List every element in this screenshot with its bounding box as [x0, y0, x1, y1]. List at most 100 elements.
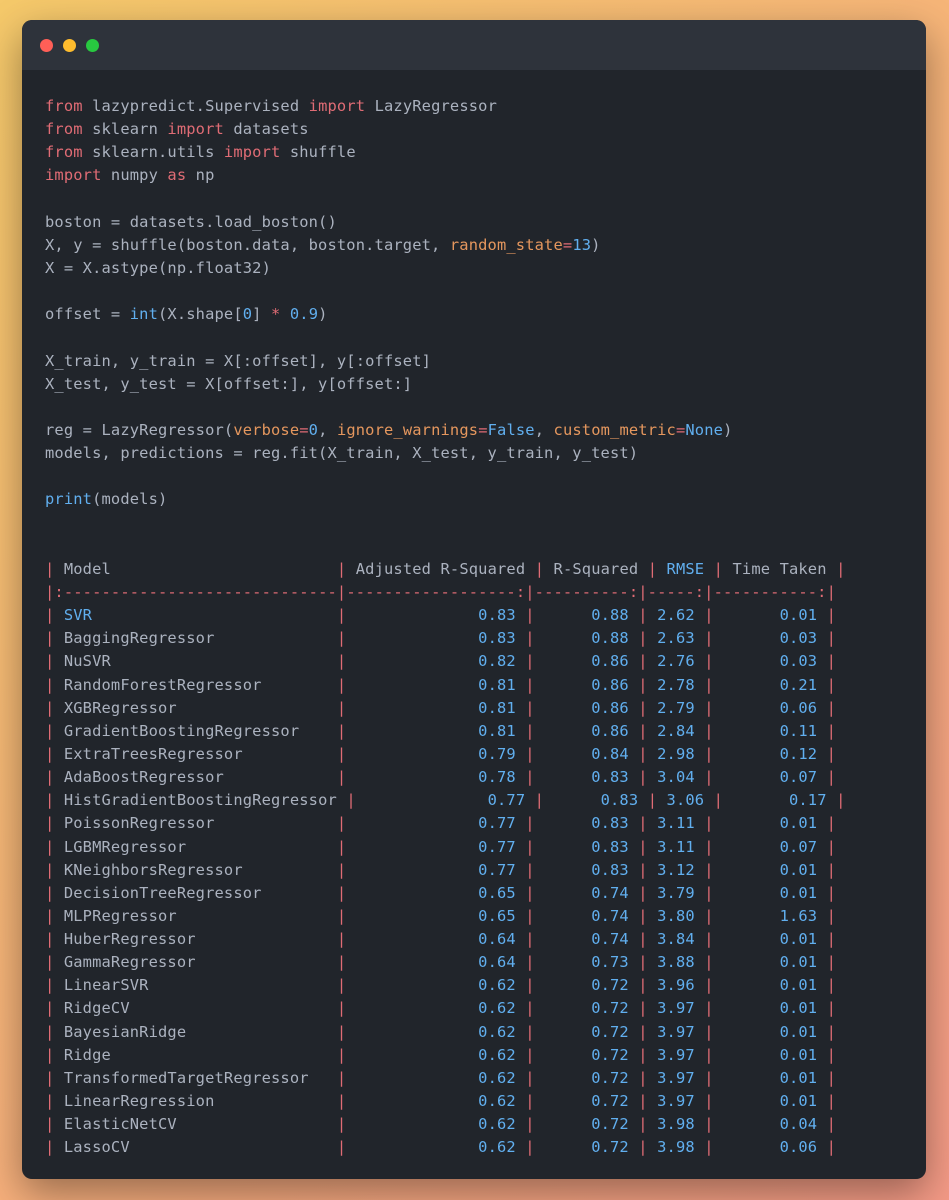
code-token: ) — [318, 305, 328, 324]
table-row: | LGBMRegressor | 0.77 | 0.83 | 3.11 | 0… — [45, 836, 916, 859]
table-pipe: | — [45, 1022, 55, 1041]
code-token: lazypredict.Supervised — [82, 97, 309, 115]
table-pipe: | — [525, 629, 535, 648]
table-row: | HuberRegressor | 0.64 | 0.74 | 3.84 | … — [45, 928, 916, 951]
metric-cell: 0.21 — [779, 675, 818, 694]
metric-cell: 0.86 — [591, 698, 629, 717]
metric-cell: 3.12 — [657, 860, 695, 879]
model-name-cell: ElasticNetCV — [63, 1115, 177, 1134]
code-token: 0 — [308, 420, 319, 439]
metric-cell: 0.01 — [779, 883, 818, 902]
table-row: | NuSVR | 0.82 | 0.86 | 2.76 | 0.03 | — [45, 650, 916, 673]
table-pipe: | — [704, 652, 714, 671]
table-row: | LinearRegression | 0.62 | 0.72 | 3.97 … — [45, 1090, 916, 1113]
table-pipe: | — [704, 629, 714, 648]
table-pipe: | — [836, 791, 846, 810]
table-pipe: | — [336, 930, 347, 949]
code-token: X, y = shuffle(boston.data, boston.targe… — [45, 235, 450, 254]
table-pipe: | — [45, 860, 55, 879]
table-pipe: | — [336, 629, 347, 648]
code-line: X_test, y_test = X[offset:], y[offset:] — [45, 373, 916, 396]
code-token: 0 — [242, 305, 253, 324]
table-pipe: | — [45, 999, 55, 1018]
table-separator: :----------------------------- — [54, 582, 337, 601]
metric-cell: 0.73 — [591, 953, 629, 972]
metric-cell: 0.78 — [478, 768, 516, 787]
table-pipe: | — [336, 1115, 347, 1134]
table-pipe: | — [336, 976, 347, 995]
table-pipe: | — [826, 906, 837, 925]
table-pipe: | — [45, 559, 55, 578]
table-pipe: | — [525, 606, 535, 625]
metric-cell: 2.62 — [657, 606, 695, 625]
table-pipe: | — [638, 606, 648, 625]
metric-cell: 2.63 — [657, 629, 695, 648]
metric-cell: 3.96 — [657, 976, 695, 995]
table-pipe: | — [704, 606, 714, 625]
table-pipe: | — [826, 629, 837, 648]
code-token: np — [186, 166, 215, 185]
table-pipe: | — [336, 999, 347, 1018]
table-pipe: | — [336, 860, 347, 879]
table-pipe: | — [45, 629, 55, 648]
table-pipe: | — [336, 1138, 347, 1157]
code-token: random_state — [449, 235, 563, 254]
table-pipe: | — [826, 698, 837, 717]
table-pipe: | — [336, 652, 347, 671]
metric-cell: 0.88 — [591, 606, 629, 625]
table-row: | AdaBoostRegressor | 0.78 | 0.83 | 3.04… — [45, 766, 916, 789]
close-window-button[interactable] — [40, 39, 53, 52]
metric-cell: 0.72 — [591, 1045, 629, 1064]
code-token: ignore_warnings — [336, 420, 479, 439]
code-line: X_train, y_train = X[:offset], y[:offset… — [45, 350, 916, 373]
table-pipe: | — [534, 559, 545, 578]
code-token: boston = datasets.load_boston() — [45, 212, 337, 231]
metric-cell: 0.86 — [591, 652, 629, 671]
metric-cell: 0.72 — [591, 1138, 629, 1157]
metric-cell: 0.06 — [779, 1138, 818, 1157]
code-token: X_test, y_test = X[offset:], y[offset:] — [45, 374, 413, 393]
table-pipe: | — [836, 559, 846, 578]
metric-cell: 0.03 — [779, 629, 818, 648]
maximize-window-button[interactable] — [86, 39, 99, 52]
minimize-window-button[interactable] — [63, 39, 76, 52]
table-pipe: | — [45, 814, 55, 833]
table-pipe: | — [826, 721, 837, 740]
metric-cell: 0.06 — [779, 698, 818, 717]
metric-cell: 0.07 — [779, 768, 818, 787]
model-name-cell: BayesianRidge — [63, 1022, 187, 1041]
metric-cell: 0.81 — [478, 721, 516, 740]
table-row: | LinearSVR | 0.62 | 0.72 | 3.96 | 0.01 … — [45, 974, 916, 997]
table-pipe: | — [45, 883, 55, 902]
code-token: numpy — [101, 166, 168, 185]
model-name-cell: KNeighborsRegressor — [63, 860, 243, 879]
table-pipe: | — [826, 999, 837, 1018]
metric-cell: 0.01 — [779, 999, 818, 1018]
model-name-cell: ExtraTreesRegressor — [63, 744, 243, 763]
metric-cell: 0.83 — [591, 768, 629, 787]
metric-cell: 1.63 — [779, 906, 818, 925]
code-token: (X.shape[ — [158, 305, 243, 324]
table-pipe: | — [45, 744, 55, 763]
model-name-cell: RandomForestRegressor — [63, 675, 262, 694]
table-row: | HistGradientBoostingRegressor | 0.77 |… — [45, 789, 916, 812]
table-pipe: | — [638, 953, 648, 972]
table-pipe: | — [638, 675, 648, 694]
code-token: offset = — [45, 305, 130, 324]
table-separator: -----------: — [713, 582, 827, 601]
table-row: | BayesianRidge | 0.62 | 0.72 | 3.97 | 0… — [45, 1021, 916, 1044]
table-pipe: | — [45, 1092, 55, 1111]
table-pipe: | — [45, 1068, 55, 1087]
table-pipe: | — [704, 721, 714, 740]
table-row: | RidgeCV | 0.62 | 0.72 | 3.97 | 0.01 | — [45, 997, 916, 1020]
table-pipe: | — [638, 744, 648, 763]
code-token: shuffle — [280, 143, 356, 162]
table-pipe: | — [638, 652, 648, 671]
metric-cell: 0.01 — [779, 930, 818, 949]
table-pipe: | — [704, 930, 714, 949]
code-token: sklearn — [82, 120, 168, 139]
metric-cell: 3.97 — [657, 1045, 695, 1064]
